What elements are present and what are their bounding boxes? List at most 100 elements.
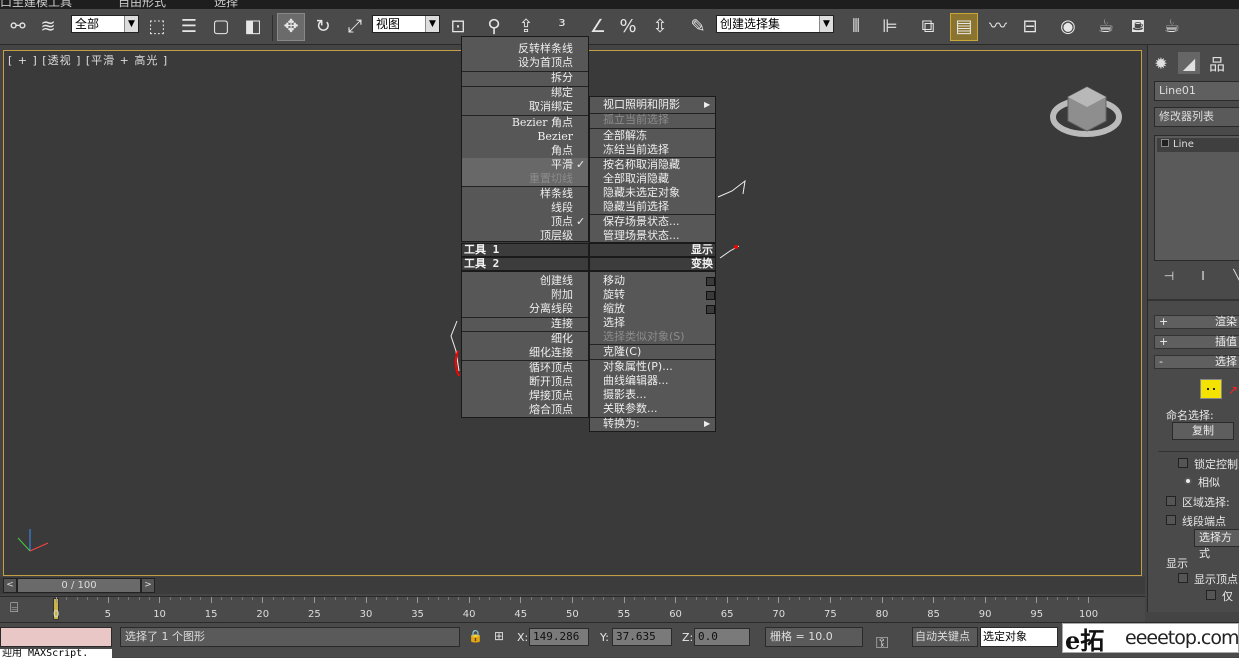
y-coord-field[interactable]: 37.635 xyxy=(612,628,672,646)
rollout-rendering[interactable]: + 渲染 xyxy=(1154,315,1239,329)
menu-item-object-properties[interactable]: 对象属性(P)... xyxy=(603,360,673,374)
key-filter-dropdown[interactable]: 选定对象 xyxy=(980,627,1058,647)
menu-item-unfreeze-all[interactable]: 全部解冻 xyxy=(603,129,647,143)
move-icon[interactable]: ✥ xyxy=(277,13,305,41)
ref-coord-dropdown[interactable]: 视图 ▼ xyxy=(372,15,440,33)
menu-item-rotate[interactable]: 旋转 xyxy=(603,288,625,302)
menu-item-viewport-lighting[interactable]: 视口照明和阴影 xyxy=(603,98,680,112)
z-coord-field[interactable]: 0.0 xyxy=(694,628,750,646)
menu-item-refine-connect[interactable]: 细化连接 xyxy=(462,346,573,360)
show-vertex-checkbox[interactable] xyxy=(1178,573,1188,583)
mirror-icon[interactable]: ⫴ xyxy=(842,13,870,41)
render-setup-icon[interactable]: ☕ xyxy=(1092,13,1120,41)
bind-spacewarp-icon[interactable]: ≋ xyxy=(34,13,62,41)
menu-item-clone[interactable]: 克隆(C) xyxy=(603,345,641,359)
link-icon[interactable]: ⚯ xyxy=(4,13,32,41)
menu-item-make-first[interactable]: 设为首顶点 xyxy=(462,56,573,70)
track-bar-menu-icon[interactable]: ⌸ xyxy=(10,600,18,616)
menu-item-fuse-vertices[interactable]: 熔合顶点 xyxy=(462,403,573,417)
expand-box-icon[interactable] xyxy=(1161,139,1169,147)
menu-item-spline[interactable]: 样条线 xyxy=(462,187,573,201)
area-select-checkbox[interactable] xyxy=(1166,496,1176,506)
menu-item-manage-scene-states[interactable]: 管理场景状态... xyxy=(603,229,680,243)
menu-item-top-level[interactable]: 顶层级 xyxy=(462,229,573,243)
auto-key-button[interactable]: 自动关键点 xyxy=(912,627,978,647)
time-slider-thumb[interactable]: 0 / 100 xyxy=(17,578,141,593)
menu-item-cycle-vertices[interactable]: 循环顶点 xyxy=(462,361,573,375)
layer-manager-icon[interactable]: ⧉ xyxy=(914,13,942,41)
menu-item-detach-segment[interactable]: 分离线段 xyxy=(462,302,573,316)
render-frame-icon[interactable]: ⛾ xyxy=(1124,13,1152,41)
menu-item-save-scene-state[interactable]: 保存场景状态... xyxy=(603,215,680,229)
modify-tab-icon[interactable]: ◢ xyxy=(1178,52,1200,74)
menu-item-refine[interactable]: 细化 xyxy=(462,332,573,346)
absolute-mode-icon[interactable]: ⊞ xyxy=(494,629,504,643)
menu-item-break-vertices[interactable]: 断开顶点 xyxy=(462,375,573,389)
maxscript-listener[interactable] xyxy=(0,627,112,647)
menu-item-wire-parameters[interactable]: 关联参数... xyxy=(603,402,658,416)
spinner-snap-icon[interactable]: ⇳ xyxy=(646,13,674,41)
segment-end-checkbox[interactable] xyxy=(1166,515,1176,525)
menu-item-hide-selection[interactable]: 隐藏当前选择 xyxy=(603,200,669,214)
select-by-button[interactable]: 选择方式 xyxy=(1194,529,1239,560)
curve-editor-icon[interactable]: 〰 xyxy=(984,13,1012,41)
key-icon[interactable]: ⚿ xyxy=(876,633,888,653)
create-tab-icon[interactable]: ✹ xyxy=(1150,52,1172,74)
select-object-icon[interactable]: ⬚ xyxy=(143,13,171,41)
menu-item-unhide-all[interactable]: 全部取消隐藏 xyxy=(603,172,669,186)
menu-item-bind[interactable]: 绑定 xyxy=(462,86,573,100)
rollout-selection[interactable]: - 选择 xyxy=(1154,355,1239,369)
percent-snap-icon[interactable]: % xyxy=(614,13,642,41)
menu-item-connect[interactable]: 连接 xyxy=(462,317,573,331)
align-icon[interactable]: ⊫ xyxy=(876,13,904,41)
similar-radio[interactable] xyxy=(1184,477,1192,485)
track-bar[interactable]: ⌸ 0 5 10 15 20 25 30 35 40 45 50 55 60 65 70 75 80 85 90 95… xyxy=(0,596,1145,622)
named-selection-dropdown[interactable]: 创建选择集 ▼ xyxy=(716,15,834,33)
menu-item-create-line[interactable]: 创建线 xyxy=(462,274,573,288)
menu-item-corner[interactable]: 角点 xyxy=(462,144,573,158)
hierarchy-tab-icon[interactable]: 品 xyxy=(1206,52,1228,74)
menu-item-hide-unselected[interactable]: 隐藏未选定对象 xyxy=(603,186,680,200)
settings-box-icon[interactable] xyxy=(706,277,715,286)
menu-item-scale[interactable]: 缩放 xyxy=(603,302,625,316)
select-by-name-icon[interactable]: ☰ xyxy=(175,13,203,41)
menu-item-unhide-by-name[interactable]: 按名称取消隐藏 xyxy=(603,158,680,172)
schematic-view-icon[interactable]: ⊟ xyxy=(1016,13,1044,41)
settings-box-icon[interactable] xyxy=(706,291,715,300)
selection-filter-dropdown[interactable]: 全部 ▼ xyxy=(71,15,139,33)
menu-item-select[interactable]: 选择 xyxy=(603,316,625,330)
segment-level-icon[interactable]: ↗ xyxy=(1228,383,1238,397)
vertex-level-icon[interactable] xyxy=(1200,379,1222,399)
lock-selection-icon[interactable]: 🔒 xyxy=(468,629,483,643)
menu-item-reverse-spline[interactable]: 反转样条线 xyxy=(462,42,573,56)
rect-selection-icon[interactable]: ▢ xyxy=(207,13,235,41)
x-coord-field[interactable]: 149.286 xyxy=(529,628,589,646)
settings-box-icon[interactable] xyxy=(706,305,715,314)
make-unique-icon[interactable]: ╲ xyxy=(1226,265,1239,287)
material-editor-icon[interactable]: ◉ xyxy=(1054,13,1082,41)
modifier-list-dropdown[interactable]: 修改器列表 xyxy=(1154,107,1239,127)
prev-frame-icon[interactable]: < xyxy=(3,578,17,593)
menu-item-convert-to[interactable]: 转换为: xyxy=(603,417,640,431)
object-name-field[interactable]: Line01 xyxy=(1154,81,1239,101)
pin-stack-icon[interactable]: ⊣ xyxy=(1158,265,1180,287)
rollout-interpolation[interactable]: + 插值 xyxy=(1154,335,1239,349)
menu-item-freeze-selection[interactable]: 冻结当前选择 xyxy=(603,143,669,157)
menu-item-divide[interactable]: 拆分 xyxy=(462,71,573,85)
next-frame-icon[interactable]: > xyxy=(141,578,155,593)
render-icon[interactable]: ☕ xyxy=(1158,13,1186,41)
rotate-icon[interactable]: ↻ xyxy=(309,13,337,41)
show-end-result-icon[interactable]: I xyxy=(1192,265,1214,287)
menu-item-segment[interactable]: 线段 xyxy=(462,201,573,215)
lock-handles-checkbox[interactable] xyxy=(1178,458,1188,468)
menu-item-vertex[interactable]: 顶点 xyxy=(462,215,573,229)
menu-item-attach[interactable]: 附加 xyxy=(462,288,573,302)
viewport-label[interactable]: [ + ] [透视 ] [平滑 + 高光 ] xyxy=(8,52,168,68)
copy-button[interactable]: 复制 xyxy=(1172,422,1234,440)
menu-item-bezier-corner[interactable]: Bezier 角点 xyxy=(462,116,573,130)
scene-explorer-icon[interactable]: ▤ xyxy=(950,13,978,41)
only-checkbox[interactable] xyxy=(1206,590,1216,600)
time-slider[interactable]: < 0 / 100 > xyxy=(0,577,1145,594)
scale-icon[interactable]: ⤢ xyxy=(341,13,369,41)
menu-item-weld-vertices[interactable]: 焊接顶点 xyxy=(462,389,573,403)
